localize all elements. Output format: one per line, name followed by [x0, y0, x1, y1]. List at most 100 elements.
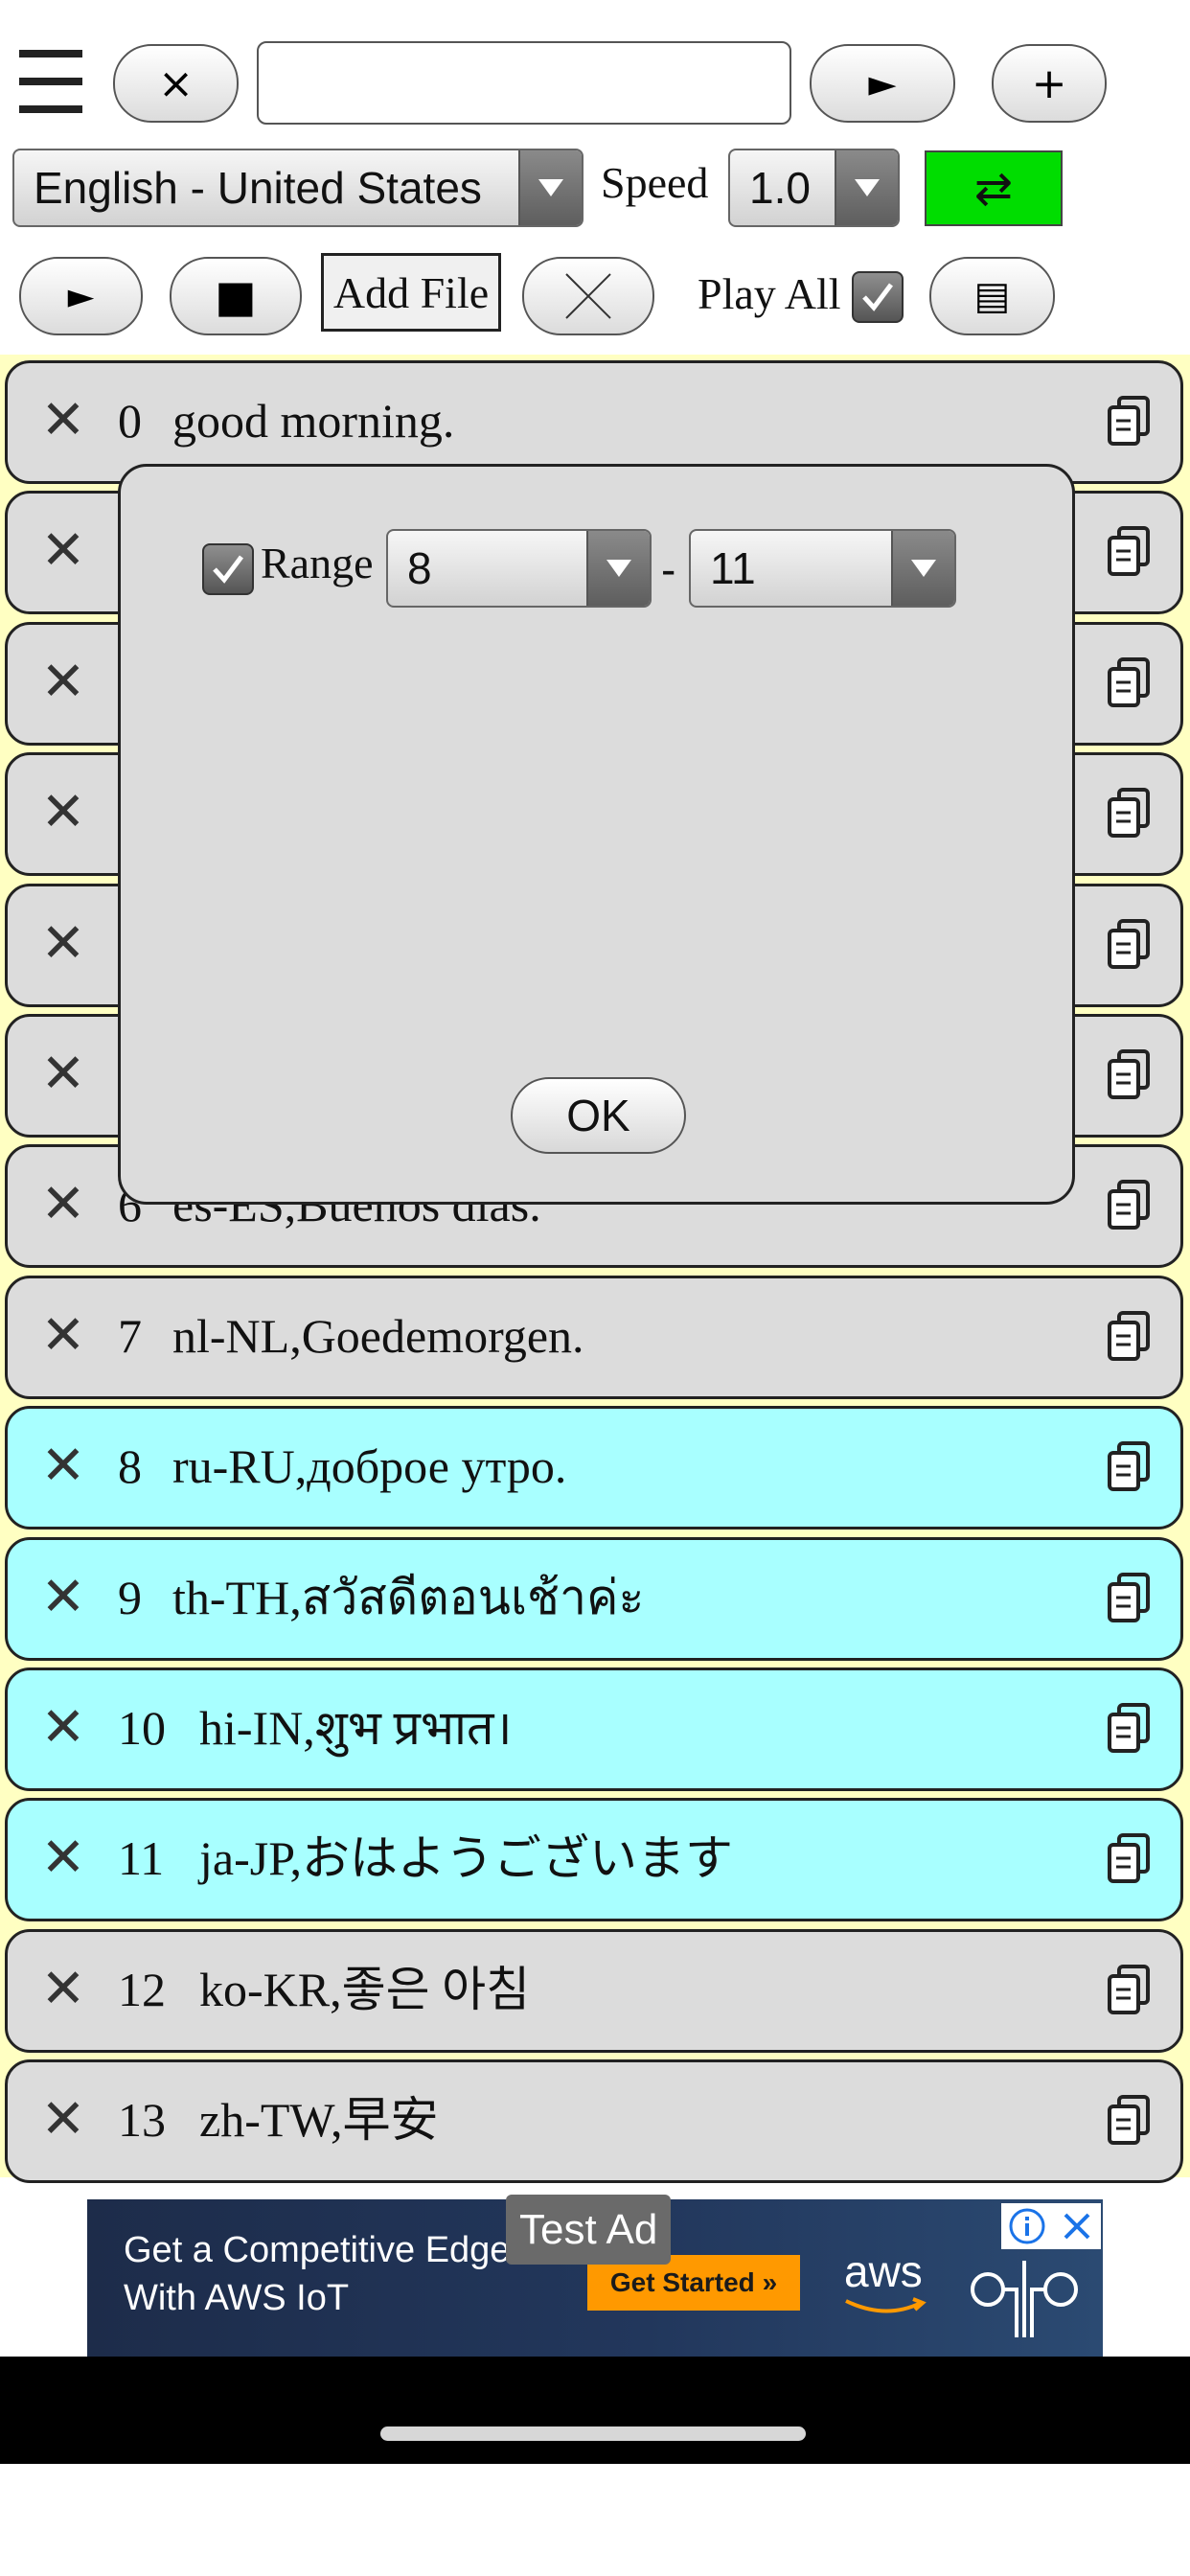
toolbar: × ► + English - United States Speed 1.0 …: [0, 0, 1190, 355]
copy-icon[interactable]: [1102, 2091, 1159, 2149]
delete-icon[interactable]: ✕: [34, 784, 92, 841]
ad-brand-logo: aws: [844, 2246, 923, 2296]
list-item-text: good morning.: [172, 394, 455, 448]
list-item-index: 13: [118, 2093, 166, 2148]
stop-button[interactable]: ■: [170, 257, 302, 335]
ad-headline-1: Get a Competitive Edge: [124, 2230, 511, 2270]
list-item[interactable]: ✕ 13 zh-TW,早安: [5, 2059, 1183, 2184]
range-checkbox[interactable]: [202, 543, 254, 595]
system-bottom-bar: [0, 2357, 1190, 2464]
add-file-label: Add File: [332, 267, 490, 317]
list-item-text: th-TH,สวัสดีตอนเช้าค่ะ: [172, 1570, 645, 1624]
list-item-index: 9: [118, 1570, 142, 1624]
checkmark-icon: [213, 555, 243, 584]
stop-icon: ■: [215, 270, 257, 322]
range-from-value: 8: [407, 543, 432, 593]
swap-icon: ⇄: [973, 161, 1014, 216]
go-button[interactable]: ►: [810, 44, 955, 123]
delete-icon[interactable]: ✕: [34, 522, 92, 580]
range-to-select[interactable]: 11: [689, 529, 956, 608]
list-item-index: 12: [118, 1962, 166, 2016]
delete-icon[interactable]: ✕: [34, 1829, 92, 1887]
list-item-text: hi-IN,शुभ प्रभात।: [199, 1701, 513, 1755]
close-icon[interactable]: [1060, 2209, 1094, 2243]
info-icon[interactable]: [1008, 2207, 1046, 2245]
checkmark-icon: [862, 283, 893, 311]
copy-icon[interactable]: [1102, 522, 1159, 580]
delete-icon[interactable]: ✕: [34, 392, 92, 449]
delete-icon[interactable]: ✕: [34, 914, 92, 973]
copy-icon[interactable]: [1102, 1829, 1159, 1887]
add-file-button[interactable]: Add File: [321, 253, 501, 332]
copy-icon[interactable]: [1102, 1176, 1159, 1233]
delete-icon[interactable]: ✕: [34, 1699, 92, 1757]
copy-icon[interactable]: [1102, 1438, 1159, 1495]
list-item[interactable]: ✕ 9 th-TH,สวัสดีตอนเช้าค่ะ: [5, 1536, 1183, 1661]
copy-icon[interactable]: [1102, 1961, 1159, 2018]
list-item[interactable]: ✕ 11 ja-JP,おはようございます: [5, 1798, 1183, 1922]
list-item[interactable]: ✕ 7 nl-NL,Goedemorgen.: [5, 1275, 1183, 1399]
delete-icon[interactable]: ✕: [34, 1568, 92, 1626]
delete-icon[interactable]: ✕: [34, 1438, 92, 1495]
play-icon: ►: [67, 276, 95, 316]
copy-icon[interactable]: [1102, 654, 1159, 711]
delete-icon[interactable]: ✕: [34, 653, 92, 711]
speed-select-value: 1.0: [749, 163, 811, 213]
ok-label: OK: [566, 1091, 630, 1140]
range-label: Range: [261, 539, 374, 587]
speed-label: Speed: [601, 158, 709, 207]
plus-icon: +: [1031, 58, 1067, 108]
url-input[interactable]: [257, 41, 791, 125]
list-icon: ▤: [973, 274, 1011, 318]
range-from-select[interactable]: 8: [386, 529, 652, 608]
copy-icon[interactable]: [1102, 784, 1159, 841]
list-item-text: nl-NL,Goedemorgen.: [172, 1308, 584, 1363]
ad-controls: [1001, 2203, 1101, 2249]
language-select[interactable]: English - United States: [12, 149, 584, 227]
delete-icon[interactable]: ✕: [34, 2091, 92, 2149]
list-item[interactable]: ✕ 10 hi-IN,शुभ प्रभात।: [5, 1668, 1183, 1791]
chevron-down-icon: [891, 531, 954, 606]
speed-select[interactable]: 1.0: [728, 149, 900, 227]
copy-icon[interactable]: [1102, 392, 1159, 449]
delete-icon[interactable]: ✕: [34, 1046, 92, 1103]
play-all-label: Play All: [698, 269, 841, 318]
play-all-checkbox[interactable]: [852, 271, 904, 323]
copy-icon[interactable]: [1102, 1699, 1159, 1757]
test-ad-badge: Test Ad: [506, 2195, 672, 2265]
range-dialog: Range 8 - 11 OK: [118, 464, 1075, 1205]
list-item-text: ru-RU,доброе утро.: [172, 1439, 567, 1494]
list-item-text: ja-JP,おはようございます: [199, 1831, 733, 1886]
list-item-text: zh-TW,早安: [199, 2093, 439, 2148]
chevron-down-icon: [835, 150, 898, 225]
home-indicator[interactable]: [380, 2426, 806, 2441]
test-ad-label: Test Ad: [519, 2205, 658, 2253]
range-separator: -: [661, 544, 676, 594]
smile-arrow-icon: [845, 2297, 927, 2313]
list-item-index: 10: [118, 1701, 166, 1755]
clear-list-button[interactable]: [522, 257, 654, 335]
chevron-down-icon: [518, 150, 582, 225]
copy-icon[interactable]: [1102, 1307, 1159, 1365]
copy-icon[interactable]: [1102, 1569, 1159, 1626]
play-button[interactable]: ►: [19, 257, 143, 335]
delete-icon[interactable]: ✕: [34, 1960, 92, 2018]
ad-headline-2: With AWS IoT: [124, 2278, 350, 2318]
list-item-index: 8: [118, 1439, 142, 1494]
list-view-button[interactable]: ▤: [929, 257, 1055, 335]
list-item[interactable]: ✕ 12 ko-KR,좋은 아침: [5, 1928, 1183, 2053]
play-icon: ►: [868, 62, 897, 104]
copy-icon[interactable]: [1102, 1046, 1159, 1103]
list-item[interactable]: ✕ 8 ru-RU,доброе утро.: [5, 1406, 1183, 1530]
delete-icon[interactable]: ✕: [34, 1306, 92, 1365]
ok-button[interactable]: OK: [511, 1077, 686, 1154]
copy-icon[interactable]: [1102, 915, 1159, 973]
swap-button[interactable]: ⇄: [925, 150, 1063, 226]
clear-button[interactable]: ×: [113, 44, 239, 123]
delete-icon[interactable]: ✕: [34, 1176, 92, 1233]
hamburger-menu-icon[interactable]: [19, 50, 82, 113]
add-button[interactable]: +: [992, 44, 1107, 123]
list-item-index: 0: [118, 394, 142, 448]
ad-cta-label: Get Started »: [609, 2267, 778, 2297]
language-select-value: English - United States: [34, 163, 482, 213]
